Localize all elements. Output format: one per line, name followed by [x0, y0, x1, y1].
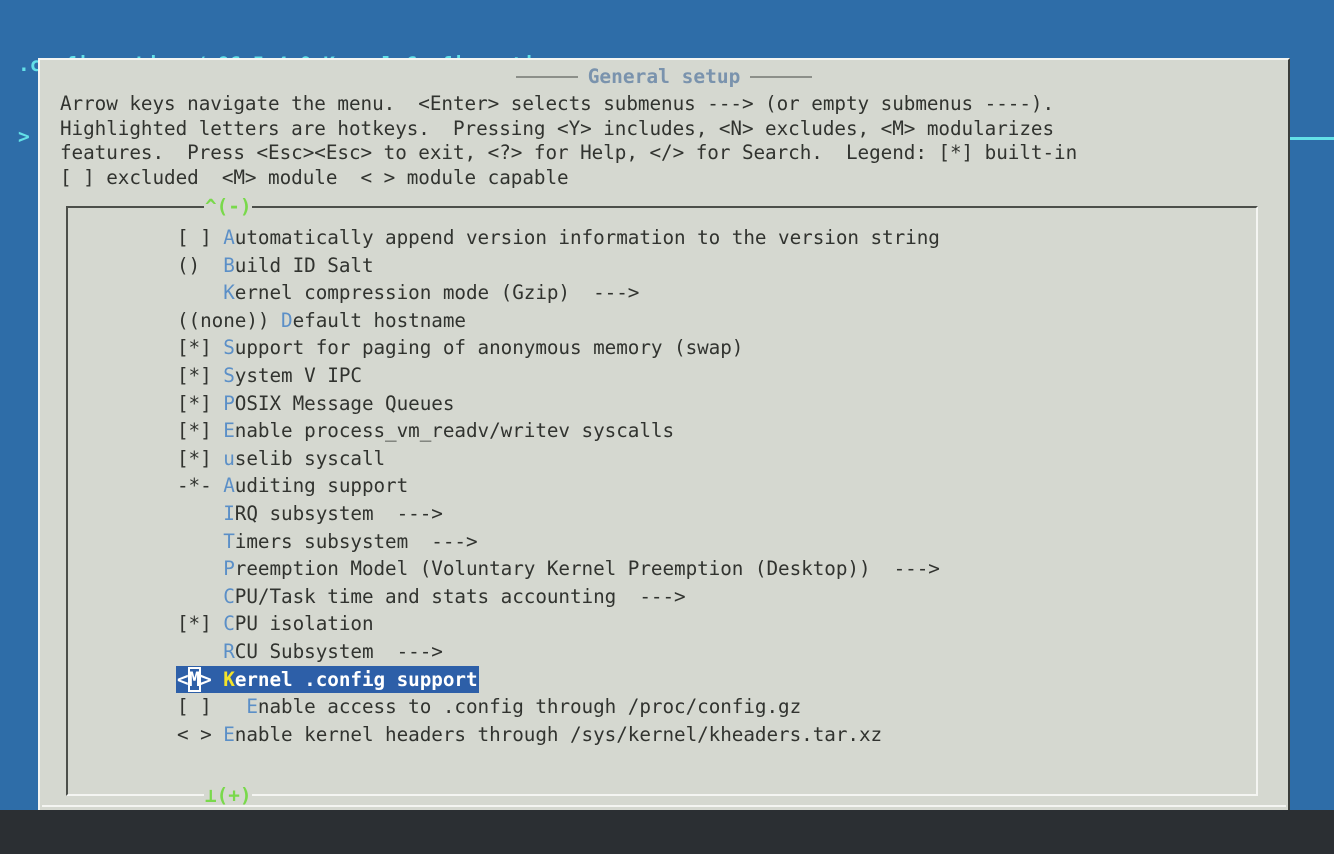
menu-item-hotkey: P — [223, 391, 235, 415]
menu-item-label: upport for paging of anonymous memory (s… — [234, 336, 744, 360]
menu-item-prefix — [177, 640, 223, 663]
menu-item-label: nable access to .config through /proc/co… — [257, 695, 802, 719]
menu-item-prefix: () — [177, 253, 224, 277]
menu-item-hotkey: A — [223, 226, 235, 249]
menu-item[interactable]: Kernel compression mode (Gzip) ---> — [176, 279, 640, 307]
menu-item-hotkey: E — [223, 419, 235, 443]
menu-item-label: ernel .config support — [234, 667, 478, 691]
scroll-up-indicator: ^(-) — [204, 195, 253, 218]
menu-item-prefix: [*] — [177, 419, 224, 443]
menu-item-label: uild ID Salt — [234, 253, 374, 277]
menu-item[interactable]: [*] POSIX Message Queues — [176, 390, 455, 418]
menu-item[interactable]: Preemption Model (Voluntary Kernel Preem… — [176, 555, 941, 583]
menu-item-hotkey: S — [223, 336, 235, 360]
menu-item-label: efault hostname — [292, 308, 466, 332]
menu-item[interactable]: [ ] Enable access to .config through /pr… — [176, 693, 802, 721]
menu-item[interactable]: [*] Enable process_vm_readv/writev sysca… — [176, 417, 675, 445]
menu-item-label: imers subsystem ---> — [234, 529, 478, 553]
dialog-title-text: General setup — [587, 65, 741, 88]
menu-item-prefix: [*] — [177, 612, 224, 636]
menu-item-hotkey: B — [223, 253, 235, 277]
menu-item-prefix: [*] — [177, 446, 224, 470]
menu-item-label: OSIX Message Queues — [234, 391, 455, 415]
menu-item-prefix: [*] — [177, 336, 224, 360]
menu-item-label: reemption Model (Voluntary Kernel Preemp… — [234, 557, 940, 581]
menu-item-prefix — [177, 557, 223, 580]
help-line: Highlighted letters are hotkeys. Pressin… — [60, 116, 1055, 140]
menu-item[interactable]: [*] uselib syscall — [176, 445, 386, 473]
config-dialog: General setup Arrow keys navigate the me… — [38, 58, 1290, 853]
menu-item-label: PU isolation — [234, 612, 374, 636]
menu-item-prefix — [177, 530, 223, 553]
menu-item-label: nable process_vm_readv/writev syscalls — [234, 419, 675, 443]
menu-item-hotkey: K — [223, 281, 235, 305]
menu-item-hotkey: K — [223, 667, 235, 691]
menu-item-hotkey: R — [223, 639, 235, 663]
menu-item-label: ystem V IPC — [234, 363, 362, 387]
menu-list[interactable]: [ ] Automatically append version informa… — [176, 224, 1250, 748]
menu-item-hotkey: I — [223, 501, 235, 525]
menu-item-prefix: [ ] — [177, 695, 247, 719]
menu-item-prefix: -*- — [177, 474, 224, 498]
menu-item-label: RQ subsystem ---> — [234, 501, 443, 525]
menu-item[interactable]: [*] Support for paging of anonymous memo… — [176, 334, 744, 362]
menu-item[interactable]: CPU/Task time and stats accounting ---> — [176, 583, 687, 611]
menu-item[interactable]: [*] System V IPC — [176, 362, 363, 390]
menu-item[interactable]: RCU Subsystem ---> — [176, 638, 444, 666]
menu-list-frame: ^(-) [ ] Automatically append version in… — [66, 197, 1258, 805]
menu-item-prefix — [177, 502, 223, 525]
menu-item-label: nable kernel headers through /sys/kernel… — [234, 722, 883, 746]
scroll-down-indicator: ⊥(+) — [204, 784, 253, 807]
menu-item-hotkey: C — [223, 612, 235, 636]
help-line: features. Press <Esc><Esc> to exit, <?> … — [60, 141, 1078, 165]
menu-item-prefix-tail: > — [200, 667, 224, 691]
menu-item-label: ernel compression mode (Gzip) ---> — [234, 281, 640, 305]
menu-item-hotkey: T — [223, 529, 235, 553]
menu-item-hotkey: C — [223, 584, 235, 608]
menu-item-prefix — [177, 281, 223, 304]
menu-item[interactable]: ((none)) Default hostname — [176, 307, 467, 335]
menu-item-prefix: [*] — [177, 363, 224, 387]
menu-item[interactable]: IRQ subsystem ---> — [176, 500, 444, 528]
dialog-title-rule-left — [515, 76, 578, 78]
menu-item[interactable]: Timers subsystem ---> — [176, 528, 479, 556]
menu-item-hotkey: A — [223, 474, 235, 498]
help-line: [ ] excluded <M> module < > module capab… — [60, 165, 569, 189]
menu-item-prefix: < — [177, 667, 189, 691]
menu-item-hotkey: S — [223, 363, 235, 387]
help-text: Arrow keys navigate the menu. <Enter> se… — [60, 92, 1275, 190]
menu-item-selected[interactable]: <M> Kernel .config support — [176, 665, 479, 694]
menu-item-cursor: M — [187, 666, 202, 692]
menu-item-prefix: [ ] — [177, 226, 224, 249]
menu-item-label: selib syscall — [234, 446, 386, 470]
terminal-screen: .config - Linux/x86 5.4.0 Kernel Configu… — [0, 0, 1334, 854]
menu-item-hotkey: u — [223, 446, 235, 470]
menu-item-label: uditing support — [234, 474, 409, 498]
dialog-title: General setup — [40, 66, 1288, 88]
help-line: Arrow keys navigate the menu. <Enter> se… — [60, 92, 1055, 115]
menu-item-prefix: < > — [177, 722, 224, 746]
menu-item-prefix — [177, 585, 223, 608]
menu-item-prefix: [*] — [177, 391, 224, 415]
menu-item[interactable]: [*] CPU isolation — [176, 610, 375, 638]
menu-item-hotkey: D — [281, 308, 293, 332]
menu-item[interactable]: [ ] Automatically append version informa… — [176, 224, 941, 252]
menu-item-label: PU/Task time and stats accounting ---> — [234, 584, 686, 608]
titlebar: .config - Linux/x86 5.4.0 Kernel Configu… — [0, 0, 1334, 148]
menu-item-hotkey: P — [223, 557, 235, 581]
menu-item[interactable]: < > Enable kernel headers through /sys/k… — [176, 721, 883, 749]
dialog-title-rule-right — [750, 76, 813, 78]
button-bar-separator — [42, 805, 1286, 807]
menu-item-prefix: ((none)) — [177, 308, 282, 332]
menu-item-label: CU Subsystem ---> — [234, 639, 443, 663]
menu-item-label: utomatically append version information … — [234, 226, 940, 249]
menu-item[interactable]: () Build ID Salt — [176, 252, 375, 280]
menu-item-hotkey: E — [223, 722, 235, 746]
menu-item[interactable]: -*- Auditing support — [176, 472, 409, 500]
menu-item-hotkey: E — [246, 695, 258, 719]
terminal-bottom-strip — [0, 810, 1334, 854]
